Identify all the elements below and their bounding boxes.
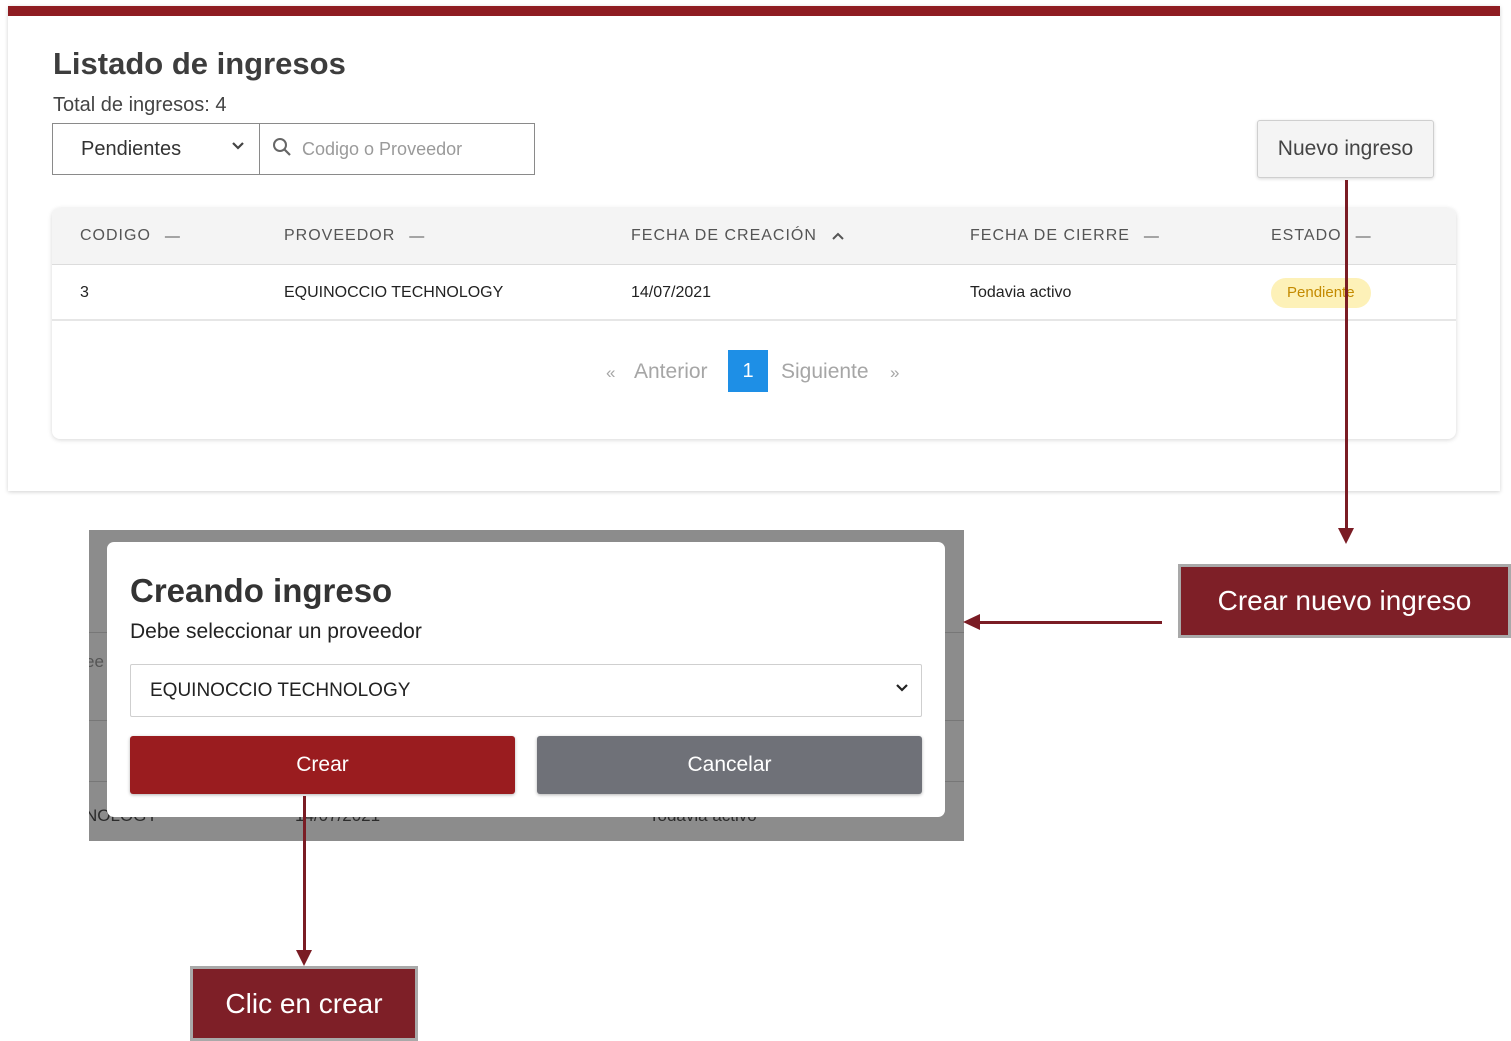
next-arrow-icon[interactable]: » (890, 363, 899, 383)
prev-arrow-icon[interactable]: « (606, 363, 615, 383)
column-header-proveedor[interactable]: PROVEEDOR — (284, 227, 425, 245)
chevron-up-icon (831, 228, 845, 245)
arrow-left-icon (963, 614, 980, 630)
page-title: Listado de ingresos (53, 46, 346, 81)
arrow-down-icon (1338, 528, 1354, 544)
chevron-down-icon (231, 138, 245, 157)
annotation-arrow-line (980, 621, 1162, 624)
pagination: « Anterior 1 Siguiente » (52, 350, 1456, 392)
arrow-down-icon (296, 950, 312, 966)
backdrop-divider (89, 632, 107, 633)
prev-page-link[interactable]: Anterior (634, 360, 708, 384)
backdrop-divider (945, 720, 964, 721)
income-list-panel: Listado de ingresos Total de ingresos: 4… (8, 6, 1500, 491)
cell-codigo: 3 (80, 284, 89, 301)
cancel-button[interactable]: Cancelar (537, 736, 922, 794)
cell-fecha-creacion: 14/07/2021 (631, 284, 712, 301)
cell-proveedor: EQUINOCCIO TECHNOLOGY (284, 284, 504, 301)
page-1-button[interactable]: 1 (728, 350, 768, 392)
sort-neutral-icon: — (409, 227, 426, 245)
dialog-subtitle: Debe seleccionar un proveedor (130, 620, 422, 643)
backdrop-divider (89, 720, 107, 721)
new-income-button[interactable]: Nuevo ingreso (1257, 120, 1434, 178)
sort-neutral-icon: — (1143, 227, 1160, 245)
table-row[interactable]: 3 EQUINOCCIO TECHNOLOGY 14/07/2021 Todav… (52, 265, 1456, 321)
create-income-dialog: Creando ingreso Debe seleccionar un prov… (107, 542, 945, 817)
search-box[interactable] (259, 123, 535, 175)
provider-select-value: EQUINOCCIO TECHNOLOGY (150, 679, 411, 701)
column-header-estado[interactable]: ESTADO — (1271, 227, 1372, 245)
column-header-fecha-creacion[interactable]: FECHA DE CREACIÓN (631, 227, 845, 245)
column-header-fecha-cierre[interactable]: FECHA DE CIERRE — (970, 227, 1160, 245)
backdrop-divider (945, 632, 964, 633)
chevron-down-icon (895, 680, 909, 699)
callout-crear-nuevo-ingreso: Crear nuevo ingreso (1178, 564, 1511, 638)
total-count: Total de ingresos: 4 (53, 94, 227, 116)
cell-fecha-cierre: Todavia activo (970, 284, 1072, 301)
modal-screenshot: ee NOLOGY 14/07/2021 Todavia activo Crea… (89, 530, 964, 841)
sort-neutral-icon: — (1355, 227, 1372, 245)
next-page-link[interactable]: Siguiente (781, 360, 869, 384)
annotation-arrow-line (1345, 180, 1348, 530)
backdrop-text: ee (89, 652, 104, 671)
provider-select[interactable]: EQUINOCCIO TECHNOLOGY (130, 664, 922, 717)
income-table: CODIGO — PROVEEDOR — FECHA DE CREACIÓN FEC… (52, 208, 1456, 439)
sort-neutral-icon: — (164, 227, 181, 245)
status-badge: Pendiente (1271, 278, 1371, 308)
dialog-title: Creando ingreso (130, 572, 393, 609)
annotation-arrow-line (303, 796, 306, 953)
status-filter-value: Pendientes (81, 137, 182, 160)
create-button[interactable]: Crear (130, 736, 515, 794)
column-header-codigo[interactable]: CODIGO — (80, 227, 181, 245)
table-header: CODIGO — PROVEEDOR — FECHA DE CREACIÓN FEC… (52, 208, 1456, 265)
search-icon (272, 137, 292, 162)
search-input[interactable] (302, 138, 512, 160)
status-filter-select[interactable]: Pendientes (52, 123, 260, 175)
callout-clic-en-crear: Clic en crear (190, 966, 418, 1041)
